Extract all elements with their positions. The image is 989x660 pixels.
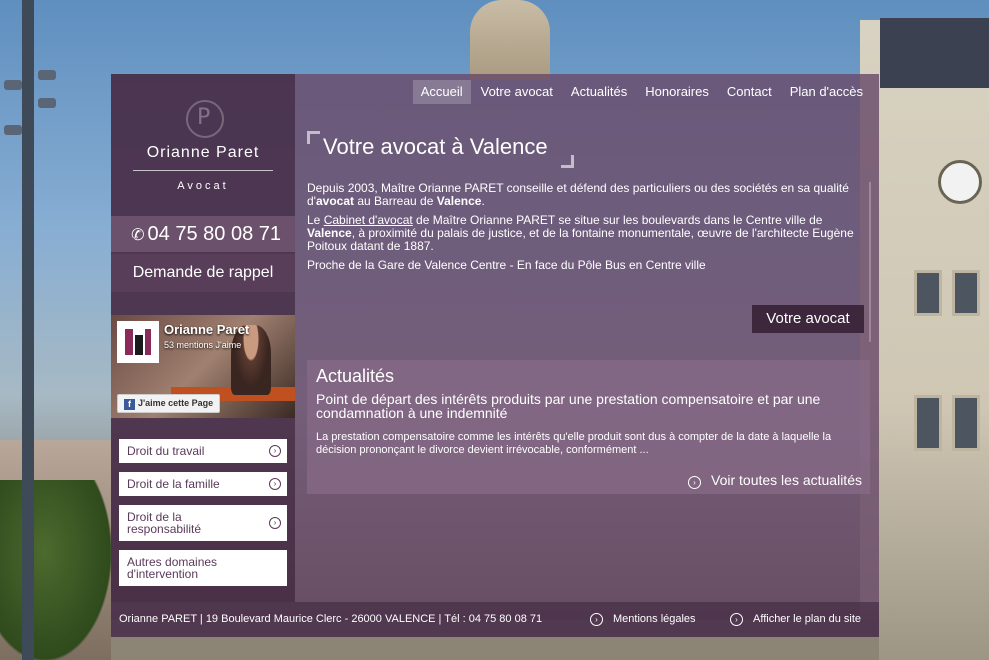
background-clock <box>938 160 982 204</box>
chevron-right-icon: › <box>269 517 281 529</box>
title-corner <box>307 131 320 144</box>
facebook-icon: f <box>124 399 135 410</box>
chevron-right-icon: › <box>730 613 743 626</box>
nav-item-actualites[interactable]: Actualités <box>563 80 635 104</box>
main-nav: Accueil Votre avocat Actualités Honoraires C… <box>411 80 871 104</box>
title-corner <box>561 155 574 168</box>
phone-link[interactable]: ✆ 04 75 80 08 71 <box>111 216 295 252</box>
nav-item-accueil[interactable]: Accueil <box>412 80 471 104</box>
intro-paragraph: Depuis 2003, Maître Orianne PARET consei… <box>307 181 849 208</box>
facebook-like-button[interactable]: f J'aime cette Page <box>117 394 221 413</box>
chevron-right-icon: › <box>590 613 603 626</box>
background-lamp <box>4 125 22 135</box>
site-role: Avocat <box>177 180 229 192</box>
nav-item-votre-avocat[interactable]: Votre avocat <box>473 80 561 104</box>
background-building <box>860 20 989 660</box>
votre-avocat-button[interactable]: Votre avocat <box>752 305 864 333</box>
facebook-likes: 53 mentions J'aime <box>164 340 242 350</box>
page-frame: P Orianne Paret Avocat ✆ 04 75 80 08 71 D… <box>111 74 879 637</box>
background-lamp <box>38 70 56 80</box>
background-statue <box>470 0 550 80</box>
practice-area-droit-de-la-responsabilite[interactable]: Droit de la responsabilité › <box>119 505 287 541</box>
practice-area-droit-du-travail[interactable]: Droit du travail › <box>119 439 287 463</box>
practice-area-label: Droit du travail <box>127 444 205 458</box>
site-name[interactable]: Orianne Paret <box>111 144 295 162</box>
background-tree <box>0 480 111 660</box>
news-title[interactable]: Point de départ des intérêts produits pa… <box>316 392 864 420</box>
callback-button[interactable]: Demande de rappel <box>111 254 295 292</box>
chevron-right-icon: › <box>688 476 702 489</box>
divider <box>133 170 273 171</box>
logo-icon[interactable]: P <box>186 100 224 138</box>
scrollbar[interactable] <box>869 182 871 342</box>
background-window <box>952 270 980 316</box>
background-lamp-post <box>22 0 34 660</box>
cabinet-link[interactable]: Cabinet d'avocat <box>324 213 413 227</box>
background-window <box>914 270 942 316</box>
practice-area-autres-domaines[interactable]: Autres domaines d'intervention <box>119 550 287 586</box>
practice-area-label: Droit de la famille <box>127 477 220 491</box>
main-content: Accueil Votre avocat Actualités Honoraires C… <box>295 74 879 602</box>
background-lamp <box>4 80 22 90</box>
sidebar: P Orianne Paret Avocat ✆ 04 75 80 08 71 D… <box>111 74 295 602</box>
all-news-link[interactable]: › Voir toutes les actualités <box>688 472 862 489</box>
footer: Orianne PARET | 19 Boulevard Maurice Cle… <box>111 602 879 637</box>
chevron-right-icon: › <box>269 478 281 490</box>
intro-text: Depuis 2003, Maître Orianne PARET consei… <box>307 182 865 278</box>
practice-area-label: Autres domaines d'intervention <box>127 555 218 581</box>
page-title: Votre avocat à Valence <box>323 134 548 159</box>
news-heading: Actualités <box>316 366 395 386</box>
facebook-widget[interactable]: Orianne Paret 53 mentions J'aime f J'aime… <box>111 315 295 418</box>
background-window <box>914 395 942 451</box>
nav-item-plan-acces[interactable]: Plan d'accès <box>782 80 871 104</box>
phone-number: 04 75 80 08 71 <box>147 223 281 245</box>
intro-paragraph: Le Cabinet d'avocat de Maître Orianne PA… <box>307 213 854 253</box>
legal-link[interactable]: › Mentions légales <box>590 613 696 626</box>
chevron-right-icon: › <box>269 445 281 457</box>
facebook-page-name[interactable]: Orianne Paret <box>164 322 249 337</box>
phone-icon: ✆ <box>131 227 145 244</box>
facebook-like-label: J'aime cette Page <box>138 398 214 408</box>
nav-item-contact[interactable]: Contact <box>719 80 780 104</box>
intro-paragraph: Proche de la Gare de Valence Centre - En… <box>307 258 706 272</box>
news-panel: Actualités Point de départ des intérêts … <box>307 360 870 494</box>
footer-address: Orianne PARET | 19 Boulevard Maurice Cle… <box>119 613 543 625</box>
background-roof <box>880 18 989 88</box>
news-excerpt: La prestation compensatoire comme les in… <box>316 431 832 456</box>
practice-area-droit-de-la-famille[interactable]: Droit de la famille › <box>119 472 287 496</box>
practice-areas: Droit du travail › Droit de la famille ›… <box>119 439 287 595</box>
practice-area-label: Droit de la responsabilité <box>127 510 202 536</box>
facebook-page-logo[interactable] <box>117 321 159 363</box>
background-lamp <box>38 98 56 108</box>
nav-item-honoraires[interactable]: Honoraires <box>637 80 717 104</box>
sitemap-link[interactable]: › Afficher le plan du site <box>730 613 861 626</box>
background-window <box>952 395 980 451</box>
